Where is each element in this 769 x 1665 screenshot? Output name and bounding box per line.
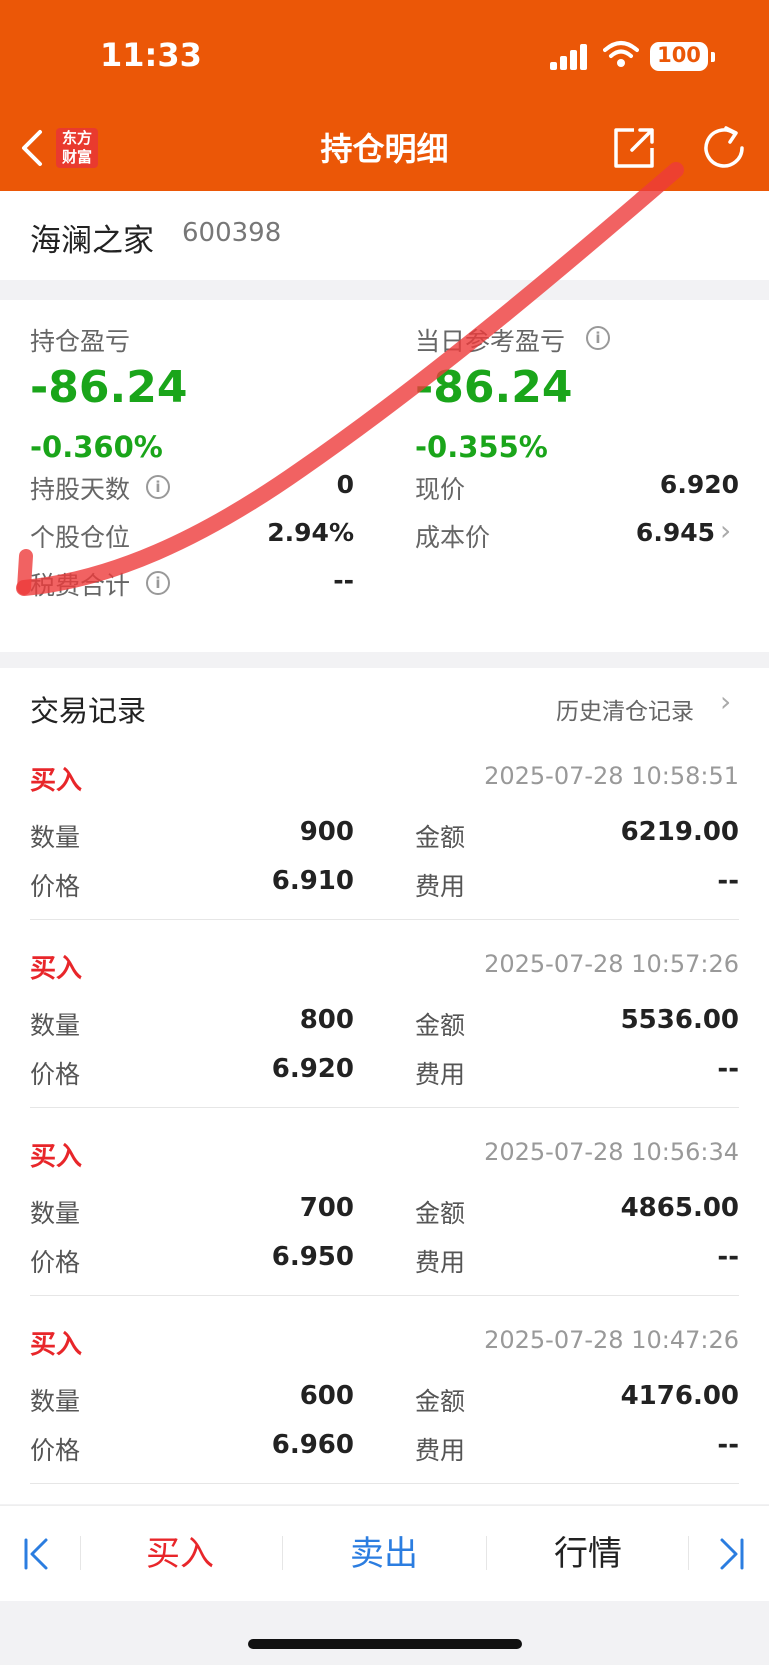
trade-type: 买入 <box>30 954 83 984</box>
fees-info-icon[interactable]: i <box>146 571 170 595</box>
chevron-right-icon[interactable]: › <box>720 685 731 718</box>
trade-time: 2025-07-28 10:56:34 <box>484 1138 739 1166</box>
hold-days-value: 0 <box>336 470 354 499</box>
fee-value: -- <box>717 1054 739 1084</box>
first-page-icon[interactable] <box>22 1534 52 1574</box>
record-divider <box>30 1107 739 1108</box>
trade-record[interactable]: 买入 2025-07-28 10:57:26 数量 800 金额 5536.00… <box>0 938 769 1126</box>
trade-record[interactable]: 买入 2025-07-28 10:58:51 数量 900 金额 6219.00… <box>0 750 769 938</box>
app-header: 11:33 100 东方 财富 持仓明细 <box>0 0 769 191</box>
price-value: 6.920 <box>271 1054 354 1084</box>
qty-value: 600 <box>299 1381 354 1411</box>
qty-label: 数量 <box>30 1387 81 1416</box>
amount-label: 金额 <box>415 823 466 852</box>
stock-info-bar: 海澜之家 600398 <box>0 191 769 280</box>
price-value: 6.910 <box>271 866 354 896</box>
fees-total-value: -- <box>333 566 354 595</box>
trade-records-title: 交易记录 <box>30 694 147 728</box>
qty-value: 900 <box>299 817 354 847</box>
cellular-signal-icon <box>550 44 587 70</box>
fee-label: 费用 <box>415 1248 466 1277</box>
qty-label: 数量 <box>30 1011 81 1040</box>
stock-name: 海澜之家 <box>30 223 154 259</box>
trade-type: 买入 <box>30 766 83 796</box>
battery-icon: 100 <box>650 42 708 71</box>
fees-total-label: 税费合计 <box>30 571 131 600</box>
share-icon[interactable] <box>610 124 658 172</box>
daily-pl-percent: -0.355% <box>415 430 548 464</box>
trade-records-section: 交易记录 历史清仓记录 › 买入 2025-07-28 10:58:51 数量 … <box>0 668 769 1504</box>
current-price-value: 6.920 <box>659 470 739 499</box>
hold-days-label: 持股天数 <box>30 475 131 504</box>
trade-time: 2025-07-28 10:58:51 <box>484 762 739 790</box>
price-value: 6.960 <box>271 1430 354 1460</box>
fee-label: 费用 <box>415 1060 466 1089</box>
price-label: 价格 <box>30 1248 81 1277</box>
buy-button[interactable]: 买入 <box>110 1528 250 1580</box>
current-price-label: 现价 <box>415 475 466 504</box>
refresh-icon[interactable] <box>700 124 750 174</box>
trade-type: 买入 <box>30 1330 83 1360</box>
daily-pl-label: 当日参考盈亏 <box>415 327 566 356</box>
price-value: 6.950 <box>271 1242 354 1272</box>
amount-label: 金额 <box>415 1011 466 1040</box>
amount-value: 6219.00 <box>620 817 739 847</box>
fee-label: 费用 <box>415 1436 466 1465</box>
record-divider <box>30 1295 739 1296</box>
sell-button[interactable]: 卖出 <box>314 1528 454 1580</box>
position-ratio-label: 个股仓位 <box>30 523 131 552</box>
history-clear-link[interactable]: 历史清仓记录 <box>556 692 694 726</box>
holding-pl-value: -86.24 <box>30 362 188 413</box>
price-label: 价格 <box>30 872 81 901</box>
amount-value: 5536.00 <box>620 1005 739 1035</box>
fee-value: -- <box>717 866 739 896</box>
battery-level: 100 <box>657 43 701 67</box>
stock-code: 600398 <box>182 218 282 248</box>
amount-label: 金额 <box>415 1387 466 1416</box>
qty-value: 800 <box>299 1005 354 1035</box>
qty-value: 700 <box>299 1193 354 1223</box>
toolbar-separator <box>688 1536 689 1570</box>
qty-label: 数量 <box>30 1199 81 1228</box>
fee-value: -- <box>717 1430 739 1460</box>
cost-price-label[interactable]: 成本价 <box>415 518 490 554</box>
trade-record[interactable]: 买入 2025-07-28 10:56:34 数量 700 金额 4865.00… <box>0 1126 769 1314</box>
record-divider <box>30 1483 739 1484</box>
amount-value: 4176.00 <box>620 1381 739 1411</box>
daily-pl-info-icon[interactable]: i <box>586 326 610 350</box>
price-label: 价格 <box>30 1436 81 1465</box>
trade-time: 2025-07-28 10:47:26 <box>484 1326 739 1354</box>
toolbar-separator <box>486 1536 487 1570</box>
holding-pl-percent: -0.360% <box>30 430 163 464</box>
position-ratio-value: 2.94% <box>267 518 354 547</box>
trade-record[interactable]: 买入 2025-07-28 10:47:26 数量 600 金额 4176.00… <box>0 1314 769 1502</box>
price-label: 价格 <box>30 1060 81 1089</box>
amount-value: 4865.00 <box>620 1193 739 1223</box>
record-divider <box>30 919 739 920</box>
home-indicator <box>248 1639 522 1649</box>
last-page-icon[interactable] <box>716 1534 746 1574</box>
chevron-right-icon[interactable]: › <box>720 514 731 547</box>
fee-value: -- <box>717 1242 739 1272</box>
fee-label: 费用 <box>415 872 466 901</box>
status-time: 11:33 <box>100 36 202 74</box>
qty-label: 数量 <box>30 823 81 852</box>
trade-time: 2025-07-28 10:57:26 <box>484 950 739 978</box>
toolbar-separator <box>282 1536 283 1570</box>
wifi-icon <box>603 41 639 67</box>
market-button[interactable]: 行情 <box>518 1528 658 1580</box>
bottom-toolbar: 买入 卖出 行情 <box>0 1505 769 1601</box>
toolbar-separator <box>80 1536 81 1570</box>
hold-days-info-icon[interactable]: i <box>146 475 170 499</box>
holding-pl-label: 持仓盈亏 <box>30 327 131 356</box>
position-summary: 持仓盈亏 -86.24 -0.360% 当日参考盈亏 i -86.24 -0.3… <box>0 300 769 652</box>
trade-type: 买入 <box>30 1142 83 1172</box>
battery-nub <box>711 52 715 62</box>
cost-price-value[interactable]: 6.945 <box>636 518 715 547</box>
daily-pl-value: -86.24 <box>415 362 573 413</box>
amount-label: 金额 <box>415 1199 466 1228</box>
